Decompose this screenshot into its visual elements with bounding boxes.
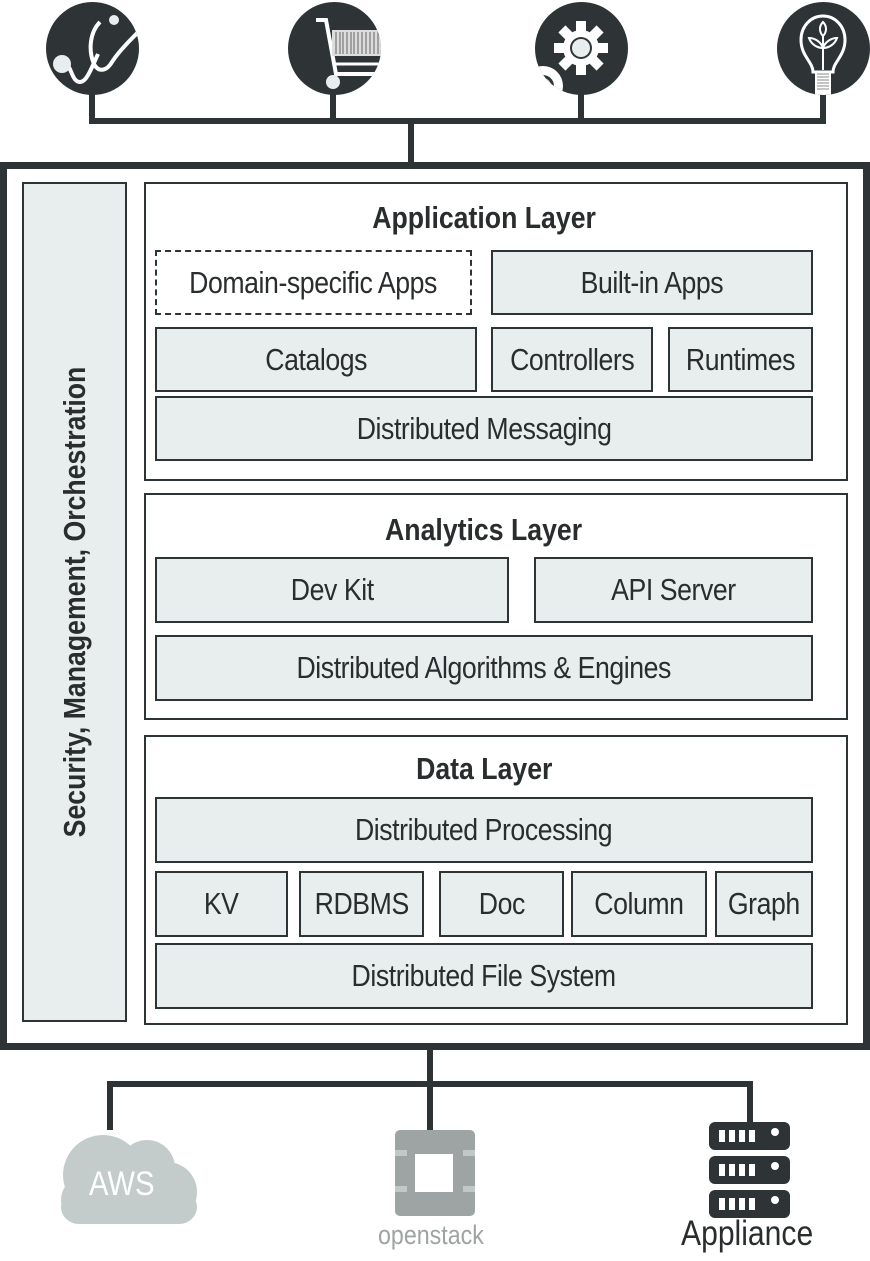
stethoscope-icon bbox=[46, 2, 139, 95]
built-in-apps-box: Built-in Apps bbox=[491, 250, 813, 315]
domain-specific-apps-box: Domain-specific Apps bbox=[155, 250, 472, 315]
graph-store-box: Graph bbox=[715, 871, 813, 937]
server-appliance-icon bbox=[707, 1120, 792, 1220]
doc-store-box: Doc bbox=[439, 871, 564, 937]
light-bulb-icon bbox=[777, 2, 870, 95]
shopping-cart-icon bbox=[288, 2, 381, 95]
distributed-algorithms-box: Distributed Algorithms & Engines bbox=[155, 635, 813, 701]
distributed-file-system-box: Distributed File System bbox=[155, 943, 813, 1009]
sidebar-label: Security, Management, Orchestration bbox=[56, 366, 92, 838]
api-server-box: API Server bbox=[534, 557, 813, 623]
gears-icon bbox=[535, 2, 628, 95]
column-store-box: Column bbox=[571, 871, 707, 937]
distributed-processing-box: Distributed Processing bbox=[155, 797, 813, 863]
aws-label: AWS bbox=[89, 1165, 155, 1203]
security-management-sidebar: Security, Management, Orchestration bbox=[22, 182, 127, 1022]
connector-bus-bottom bbox=[107, 1081, 753, 1087]
dev-kit-box: Dev Kit bbox=[155, 557, 509, 623]
runtimes-box: Runtimes bbox=[668, 327, 813, 392]
openstack-label: openstack bbox=[378, 1220, 484, 1250]
rdbms-store-box: RDBMS bbox=[299, 871, 424, 937]
connector-bus-top bbox=[89, 118, 826, 124]
appliance-label: Appliance bbox=[681, 1214, 814, 1253]
application-layer-title: Application Layer bbox=[372, 200, 596, 235]
data-layer-title: Data Layer bbox=[415, 751, 553, 786]
openstack-logo-icon bbox=[385, 1124, 485, 1224]
aws-cloud-icon: AWS bbox=[55, 1120, 205, 1225]
connector-line bbox=[408, 118, 414, 164]
controllers-box: Controllers bbox=[491, 327, 653, 392]
connector-line bbox=[747, 1081, 753, 1123]
analytics-layer-title: Analytics Layer bbox=[385, 512, 583, 547]
distributed-messaging-box: Distributed Messaging bbox=[155, 396, 813, 461]
kv-store-box: KV bbox=[155, 871, 288, 937]
catalogs-box: Catalogs bbox=[155, 327, 477, 392]
